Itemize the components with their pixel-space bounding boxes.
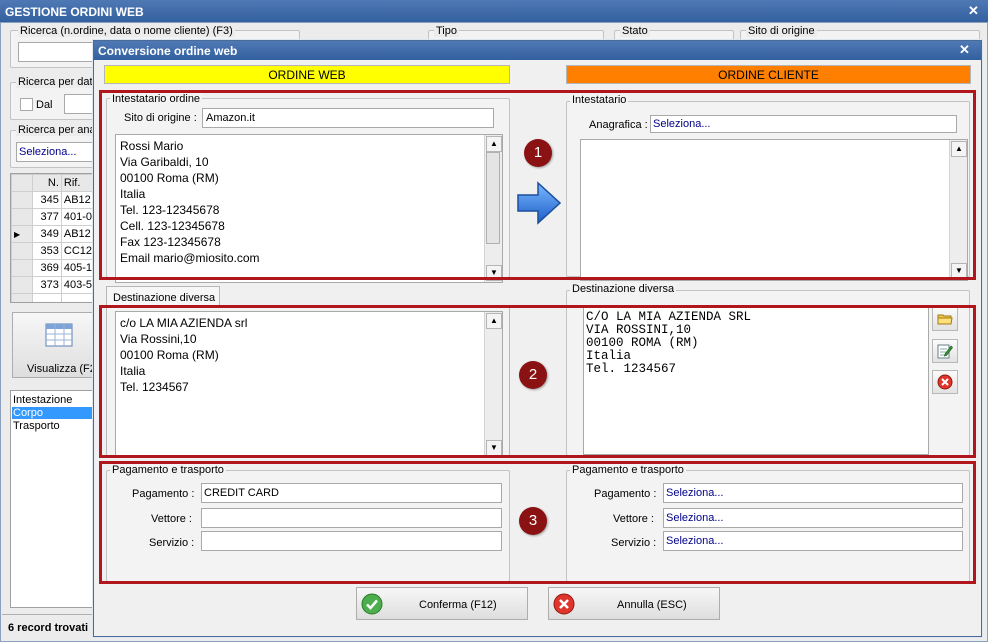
- grid-cell-rif: 403-5: [60, 276, 95, 294]
- grid-cell-n: 369: [31, 259, 62, 277]
- anag-select[interactable]: Seleziona...: [16, 142, 96, 162]
- confirm-button[interactable]: Conferma (F12): [356, 587, 528, 620]
- dialog-titlebar: Conversione ordine web ✕: [94, 41, 981, 60]
- date-search-label: Ricerca per data: [16, 76, 101, 88]
- table-row[interactable]: 353 CC12: [11, 242, 95, 260]
- grid-cell-rif: 405-1: [60, 259, 95, 277]
- search-label: Ricerca (n.ordine, data o nome cliente) …: [18, 25, 235, 37]
- right-dest-legend: Destinazione diversa: [570, 283, 677, 295]
- dest-tab[interactable]: Destinazione diversa: [106, 286, 220, 306]
- step-2-badge: 2: [519, 361, 547, 389]
- anag-select-value: Seleziona...: [19, 146, 77, 158]
- dialog-title: Conversione ordine web: [98, 44, 238, 58]
- grid-cell-rif: AB12: [60, 191, 95, 209]
- grid-cell-n: 345: [31, 191, 62, 209]
- grid-header-rif[interactable]: Rif.: [60, 174, 95, 192]
- tipo-label: Tipo: [434, 25, 459, 37]
- step-3-badge: 3: [519, 507, 547, 535]
- visualizza-label: Visualizza (F2): [27, 363, 100, 375]
- ordine-cliente-header: ORDINE CLIENTE: [566, 65, 971, 84]
- section-tree[interactable]: Intestazione Corpo Trasporto: [10, 390, 96, 608]
- cancel-icon: [553, 593, 575, 615]
- cancel-button[interactable]: Annulla (ESC): [548, 587, 720, 620]
- tree-item-intestazione[interactable]: Intestazione: [13, 394, 72, 406]
- check-icon: [361, 593, 383, 615]
- dal-date-input[interactable]: [64, 94, 96, 114]
- dialog-close-icon[interactable]: ✕: [959, 42, 970, 58]
- grid-cell-rif: CC12: [60, 242, 95, 260]
- confirm-label: Conferma (F12): [419, 599, 497, 611]
- search-input[interactable]: [18, 42, 96, 62]
- tree-item-corpo[interactable]: Corpo: [12, 407, 96, 419]
- step-1-badge: 1: [524, 139, 552, 167]
- table-row[interactable]: 345 AB12: [11, 191, 95, 209]
- dal-label: Dal: [36, 99, 53, 111]
- table-row[interactable]: 377 401-0: [11, 208, 95, 226]
- grid-cell-rif: AB12: [60, 225, 95, 243]
- row-pointer-icon: ▶: [11, 225, 33, 243]
- status-text: 6 record trovati: [8, 622, 89, 634]
- ordine-web-header: ORDINE WEB: [104, 65, 510, 84]
- stato-label: Stato: [620, 25, 650, 37]
- main-title: GESTIONE ORDINI WEB: [5, 5, 144, 19]
- main-titlebar: GESTIONE ORDINI WEB ✕: [0, 0, 988, 22]
- table-row[interactable]: 369 405-1: [11, 259, 95, 277]
- table-row[interactable]: ▶ 349 AB12: [11, 225, 95, 243]
- grid-header-n[interactable]: N.: [31, 174, 62, 192]
- grid-cell-n: 349: [31, 225, 62, 243]
- grid-cell-n: 373: [31, 276, 62, 294]
- dal-checkbox[interactable]: [20, 98, 33, 111]
- step-1-highlight: [99, 90, 976, 280]
- cancel-label: Annulla (ESC): [617, 599, 687, 611]
- status-bar: 6 record trovati: [2, 614, 98, 640]
- grid-cell-rif: 401-0: [60, 208, 95, 226]
- tree-item-trasporto[interactable]: Trasporto: [13, 420, 60, 432]
- visualizza-button[interactable]: Visualizza (F2): [12, 312, 100, 378]
- table-row[interactable]: 373 403-5: [11, 276, 95, 294]
- table-icon: [45, 323, 73, 347]
- main-close-icon[interactable]: ✕: [968, 3, 979, 19]
- sito-label: Sito di origine: [746, 25, 817, 37]
- grid-cell-n: 377: [31, 208, 62, 226]
- grid-cell-n: 353: [31, 242, 62, 260]
- orders-grid[interactable]: N. Rif. 345 AB12 377 401-0 ▶ 349 AB12 353 CC1…: [10, 173, 96, 303]
